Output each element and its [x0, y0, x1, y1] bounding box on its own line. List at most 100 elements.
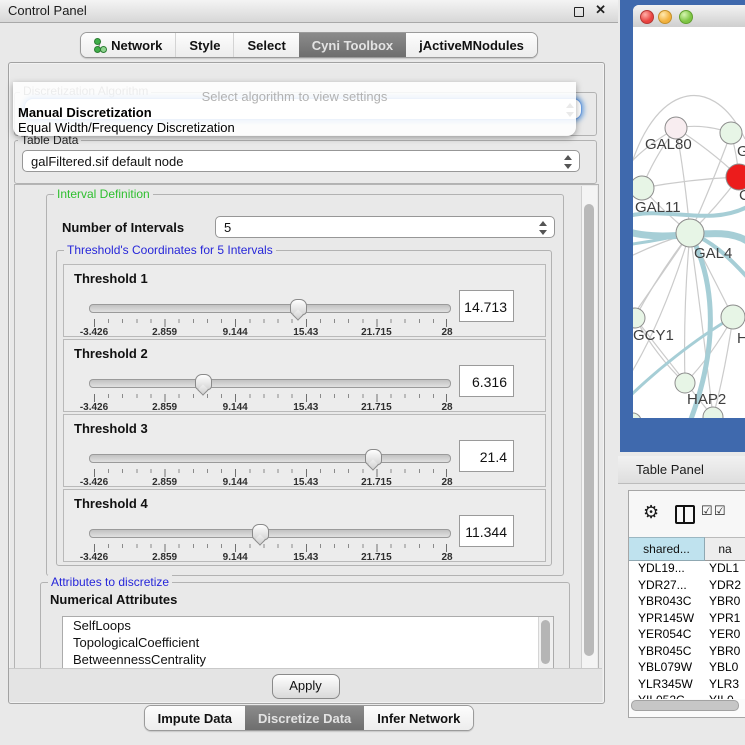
table-row[interactable]: YBR045CYBR0 [629, 644, 745, 661]
column-header-shared[interactable]: shared... [629, 537, 705, 561]
network-node-gal4[interactable] [676, 219, 704, 247]
interval-definition-title: Interval Definition [54, 187, 153, 201]
mac-close-icon[interactable] [640, 10, 654, 24]
slider-track[interactable] [89, 454, 451, 463]
table-data-combobox[interactable]: galFiltered.sif default node [22, 150, 580, 172]
threshold-label: Threshold 4 [74, 496, 148, 511]
close-icon[interactable]: ✕ [595, 2, 606, 18]
mac-zoom-icon[interactable] [679, 10, 693, 24]
network-node-gal11[interactable] [633, 176, 654, 200]
columns-icon[interactable] [675, 505, 695, 524]
list-item[interactable]: SelfLoops [63, 617, 553, 634]
threshold-panel: Threshold 3-3.4262.8599.14415.4321.71528… [63, 414, 546, 487]
table-row[interactable]: YBR043CYBR0 [629, 594, 745, 611]
table-row[interactable]: YBL079WYBL0 [629, 660, 745, 677]
slider-track[interactable] [89, 304, 451, 313]
numerical-attributes-list[interactable]: SelfLoopsTopologicalCoefficientBetweenne… [62, 616, 554, 672]
table-row[interactable]: YLR345WYLR3 [629, 677, 745, 694]
node-label: GA [737, 143, 745, 160]
scrollbar-thumb[interactable] [584, 204, 594, 656]
slider-track[interactable] [89, 529, 451, 538]
network-view-frame: GAL80GACGAL11GAL4GCY1HHAP2 [620, 0, 745, 452]
table-panel-titlebar: Table Panel [618, 456, 745, 484]
threshold-value[interactable]: 6.316 [459, 365, 514, 397]
network-edge[interactable] [685, 233, 690, 383]
tab-cyni-toolbox[interactable]: Cyni Toolbox [299, 33, 406, 57]
network-node-hap2[interactable] [675, 373, 695, 393]
tab-label: Infer Network [377, 711, 460, 726]
tab-infer-network[interactable]: Infer Network [364, 706, 473, 730]
threshold-value[interactable]: 21.4 [459, 440, 514, 472]
horizontal-scrollbar[interactable] [631, 699, 741, 710]
list-item[interactable]: TopologicalCoefficient [63, 634, 553, 651]
tab-label: jActiveMNodules [419, 38, 524, 53]
network-edge[interactable] [690, 133, 731, 233]
scrollbar-thumb[interactable] [541, 620, 550, 664]
slider-thumb[interactable] [290, 299, 307, 315]
float-window-icon[interactable] [574, 7, 584, 17]
tick-label: 28 [441, 477, 452, 488]
tick-label: 2.859 [152, 327, 177, 338]
num-intervals-combobox[interactable]: 5 [215, 216, 555, 238]
threshold-slider[interactable]: -3.4262.8599.14415.4321.71528 [89, 449, 451, 483]
tab-jactivemnodules[interactable]: jActiveMNodules [406, 33, 537, 57]
table-toolbar: ⚙ ☑ ☑ [629, 491, 745, 537]
slider-tick-labels: -3.4262.8599.14415.4321.71528 [94, 402, 447, 414]
network-node-gcy1[interactable] [633, 308, 645, 328]
network-node[interactable] [633, 413, 641, 418]
tab-style[interactable]: Style [175, 33, 233, 57]
network-canvas[interactable]: GAL80GACGAL11GAL4GCY1HHAP2 [633, 27, 745, 418]
network-edge[interactable] [633, 233, 690, 383]
tick-label: 28 [441, 327, 452, 338]
node-label: C [739, 187, 745, 204]
slider-thumb[interactable] [252, 524, 269, 540]
network-window-titlebar [633, 5, 745, 28]
tick-label: -3.426 [80, 552, 108, 563]
list-item[interactable]: BetweennessCentrality [63, 651, 553, 668]
control-panel-titlebar: Control Panel ✕ [0, 0, 618, 23]
vertical-scrollbar[interactable] [581, 186, 597, 668]
popup-item-manual[interactable]: Manual Discretization [18, 105, 152, 120]
table-data-combo-value: galFiltered.sif default node [31, 154, 183, 169]
tab-discretize-data[interactable]: Discretize Data [245, 706, 364, 730]
column-header-name[interactable]: na [705, 537, 745, 561]
table-row[interactable]: YDL19...YDL1 [629, 561, 745, 578]
network-node-h[interactable] [721, 305, 745, 329]
threshold-panel: Threshold 1 -3.4262.8599.14415.4321.71528… [63, 264, 546, 337]
threshold-panel: Threshold 4 -3.4262.8599.14415.4321.71528… [63, 489, 546, 562]
threshold-slider[interactable]: -3.4262.8599.14415.4321.71528 [89, 299, 451, 333]
attributes-scrollbar[interactable] [538, 617, 553, 671]
table-row[interactable]: YDR27...YDR2 [629, 578, 745, 595]
checked-box-icon[interactable]: ☑ [701, 503, 713, 519]
threshold-slider[interactable]: -3.4262.8599.14415.4321.71528 [89, 374, 451, 408]
threshold-value[interactable]: 11.344 [459, 515, 514, 547]
slider-thumb[interactable] [195, 374, 212, 390]
network-edge[interactable] [642, 177, 739, 188]
slider-tick-labels: -3.4262.8599.14415.4321.71528 [94, 327, 447, 339]
table-row[interactable]: YPR145WYPR1 [629, 611, 745, 628]
tab-label: Discretize Data [258, 711, 351, 726]
apply-button[interactable]: Apply [272, 674, 340, 699]
network-node-ga[interactable] [720, 122, 742, 144]
slider-thumb[interactable] [365, 449, 382, 465]
scrollbar-thumb[interactable] [631, 700, 739, 711]
table-row[interactable]: YER054CYER0 [629, 627, 745, 644]
tick-label: 15.43 [293, 477, 318, 488]
mac-minimize-icon[interactable] [658, 10, 672, 24]
tab-select[interactable]: Select [233, 33, 298, 57]
table-panel: ⚙ ☑ ☑ shared... na YDL19...YDL1YDR27...Y… [628, 490, 745, 718]
threshold-value[interactable]: 14.713 [459, 290, 514, 322]
popup-item-equal-width[interactable]: Equal Width/Frequency Discretization [18, 120, 235, 135]
tick-label: -3.426 [80, 402, 108, 413]
tab-impute-data[interactable]: Impute Data [145, 706, 245, 730]
slider-track[interactable] [89, 379, 451, 388]
network-window[interactable]: GAL80GACGAL11GAL4GCY1HHAP2 [633, 5, 745, 418]
threshold-slider[interactable]: -3.4262.8599.14415.4321.71528 [89, 524, 451, 558]
gear-icon[interactable]: ⚙ [643, 502, 659, 523]
tab-network[interactable]: Network [81, 33, 175, 57]
checked-box-icon[interactable]: ☑ [714, 503, 726, 519]
slider-tick-labels: -3.4262.8599.14415.4321.71528 [94, 477, 447, 489]
numerical-attributes-label: Numerical Attributes [50, 592, 177, 607]
threshold-label: Threshold 1 [74, 271, 148, 286]
cell-name: YER0 [705, 627, 745, 644]
